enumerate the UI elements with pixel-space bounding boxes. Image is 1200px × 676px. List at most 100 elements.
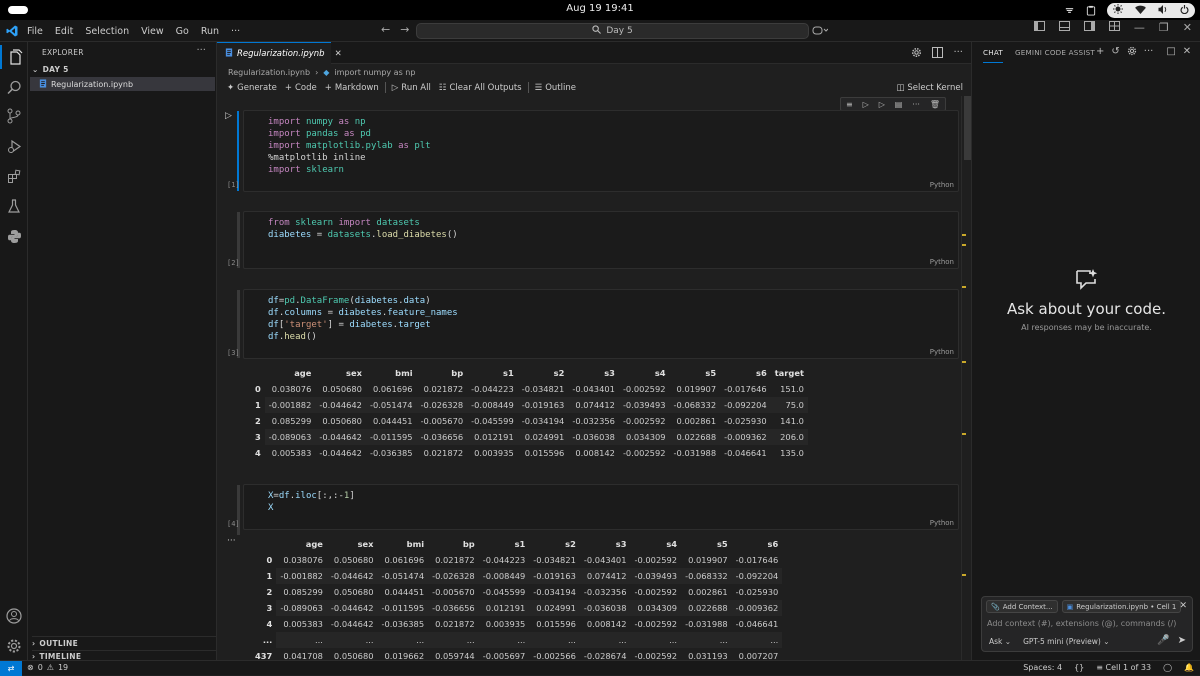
broadcast-icon[interactable] <box>1063 4 1075 16</box>
tab-gemini-code-assist[interactable]: GEMINI CODE ASSIST <box>1015 48 1095 63</box>
code-cell[interactable]: df=pd.DataFrame(diabetes.data) df.column… <box>243 289 959 359</box>
chat-input-box[interactable]: 📎 Add Context... ▣ Regularization.ipynb • … <box>981 596 1193 652</box>
remote-indicator-button[interactable]: ⇄ <box>0 661 22 676</box>
code-cell[interactable]: import numpy as np import pandas as pd i… <box>243 110 959 192</box>
editor-scrollbar[interactable] <box>961 96 971 660</box>
customize-layout-icon[interactable] <box>1108 21 1120 34</box>
run-debug-icon[interactable] <box>0 134 28 158</box>
model-select[interactable]: GPT-5 mini (Preview) ⌄ <box>1023 637 1109 646</box>
add-context-button[interactable]: 📎 Add Context... <box>986 600 1058 613</box>
account-icon[interactable] <box>0 604 28 628</box>
clear-outputs-button[interactable]: ☷ Clear All Outputs <box>435 83 526 93</box>
select-kernel-button[interactable]: ◫ Select Kernel <box>892 83 967 93</box>
split-editor-icon[interactable] <box>932 47 944 61</box>
more-actions-icon[interactable]: ··· <box>1144 46 1154 59</box>
run-all-button[interactable]: ▷ Run All <box>388 83 435 93</box>
settings-gear-icon[interactable] <box>0 634 28 658</box>
add-code-button[interactable]: + Code <box>281 83 321 93</box>
cell-language[interactable]: Python <box>930 181 954 189</box>
cell-more-icon[interactable]: ··· <box>912 100 920 109</box>
remove-context-icon[interactable]: ✕ <box>1179 601 1187 611</box>
outline-button[interactable]: ☰ Outline <box>531 83 580 93</box>
new-chat-plus-icon[interactable]: + <box>1096 46 1104 59</box>
run-by-line-icon[interactable]: ≡ <box>846 100 853 109</box>
tab-chat[interactable]: CHAT <box>983 48 1003 63</box>
gear-icon[interactable] <box>911 47 922 61</box>
code-cell[interactable]: from sklearn import datasets diabetes = … <box>243 211 959 269</box>
code-cell[interactable]: X=df.iloc[:,:-1] X Python <box>243 484 959 530</box>
warning-count: 19 <box>57 663 69 672</box>
search-sidebar-icon[interactable] <box>0 75 28 99</box>
menu-go[interactable]: Go <box>176 26 189 37</box>
run-cell-button[interactable]: ▷ <box>225 111 232 121</box>
add-markdown-button[interactable]: + Markdown <box>321 83 383 93</box>
back-arrow-icon[interactable]: ← <box>381 23 390 36</box>
quick-settings[interactable] <box>1107 2 1195 18</box>
context-file-chip[interactable]: ▣ Regularization.ipynb • Cell 1 <box>1061 600 1182 613</box>
paperclip-icon: 📎 <box>991 602 1000 611</box>
gear-icon[interactable] <box>1127 46 1137 59</box>
more-actions-icon[interactable]: ··· <box>953 47 963 61</box>
close-panel-icon[interactable]: ✕ <box>1183 46 1191 59</box>
cell-position-indicator[interactable]: ≡ Cell 1 of 33 <box>1096 663 1151 672</box>
clipboard-icon[interactable] <box>1085 4 1097 16</box>
extensions-icon[interactable] <box>0 164 28 188</box>
delete-cell-icon[interactable]: 🗑 <box>930 100 940 109</box>
cell-source[interactable]: X=df.iloc[:,:-1] X <box>268 490 355 514</box>
toggle-primary-sidebar-icon[interactable] <box>1033 21 1045 34</box>
file-item-regularization[interactable]: Regularization.ipynb <box>30 77 215 91</box>
folder-header[interactable]: ⌄ DAY 5 <box>32 65 69 74</box>
breadcrumb-file[interactable]: Regularization.ipynb <box>228 68 310 77</box>
history-icon[interactable]: ↺ <box>1111 46 1119 59</box>
outline-section[interactable]: › OUTLINE <box>32 636 218 648</box>
split-cell-icon[interactable]: ▤ <box>895 100 903 109</box>
cell-language[interactable]: Python <box>930 258 954 266</box>
scrollbar-thumb[interactable] <box>964 96 971 160</box>
menu-edit[interactable]: Edit <box>55 26 73 37</box>
execute-above-icon[interactable]: ▷ <box>863 100 869 109</box>
toggle-secondary-sidebar-icon[interactable] <box>1083 21 1095 34</box>
menu-run[interactable]: Run <box>201 26 219 37</box>
language-braces[interactable]: {} <box>1074 663 1084 672</box>
problems-indicator[interactable]: ⊗ 0 ⚠ 19 <box>27 663 68 672</box>
command-center[interactable]: Day 5 <box>416 23 809 39</box>
cell-source[interactable]: from sklearn import datasets diabetes = … <box>268 217 458 241</box>
table-cell: -0.009362 <box>731 600 783 616</box>
cell-language[interactable]: Python <box>930 348 954 356</box>
table-cell: 0.038076 <box>271 384 312 394</box>
indentation-indicator[interactable]: Spaces: 4 <box>1023 663 1062 672</box>
mode-select[interactable]: Ask ⌄ <box>989 637 1011 646</box>
copilot-status-icon[interactable]: ◯ <box>1163 663 1172 672</box>
source-control-icon[interactable] <box>0 104 28 128</box>
menu-file[interactable]: File <box>27 26 43 37</box>
chat-input-field[interactable]: Add context (#), extensions (@), command… <box>987 619 1176 628</box>
minimize-icon[interactable]: — <box>1134 21 1145 34</box>
explorer-icon[interactable] <box>0 45 28 69</box>
execute-below-icon[interactable]: ▷ <box>879 100 885 109</box>
close-window-icon[interactable]: ✕ <box>1183 21 1192 34</box>
warning-icon: ⚠ <box>46 663 54 672</box>
output-actions-icon[interactable]: ··· <box>227 536 236 546</box>
send-icon[interactable]: ➤ <box>1178 635 1186 646</box>
notifications-bell-icon[interactable]: 🔔 <box>1184 663 1194 672</box>
explorer-more-icon[interactable]: ··· <box>196 45 206 56</box>
menu-view[interactable]: View <box>141 26 164 37</box>
restore-icon[interactable]: ❐ <box>1159 21 1169 34</box>
generate-button[interactable]: ✦ Generate <box>223 83 281 93</box>
python-icon[interactable] <box>0 224 28 248</box>
menu-more[interactable]: ··· <box>231 26 240 37</box>
menu-selection[interactable]: Selection <box>85 26 129 37</box>
maximize-icon[interactable]: □ <box>1166 46 1175 59</box>
forward-arrow-icon[interactable]: → <box>400 23 409 36</box>
cell-source[interactable]: import numpy as np import pandas as pd i… <box>268 116 431 176</box>
toggle-panel-icon[interactable] <box>1058 21 1070 34</box>
close-tab-icon[interactable]: ✕ <box>335 49 342 59</box>
testing-flask-icon[interactable] <box>0 194 28 218</box>
cell-source[interactable]: df=pd.DataFrame(diabetes.data) df.column… <box>268 295 458 343</box>
tab-regularization[interactable]: Regularization.ipynb ✕ <box>217 42 342 64</box>
breadcrumb-cell[interactable]: import numpy as np <box>334 68 415 77</box>
system-clock[interactable]: Aug 19 19:41 <box>0 3 1200 14</box>
microphone-icon[interactable]: 🎤 <box>1157 635 1169 646</box>
copilot-menu-icon[interactable] <box>812 25 829 39</box>
cell-language[interactable]: Python <box>930 519 954 527</box>
